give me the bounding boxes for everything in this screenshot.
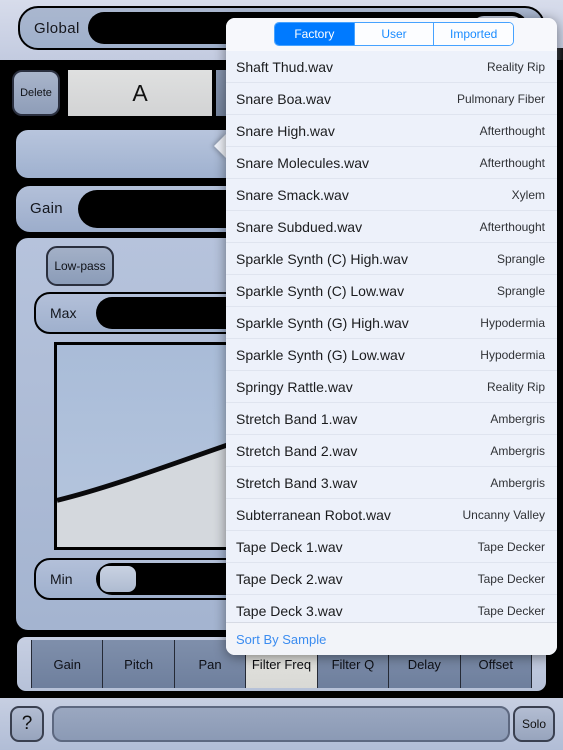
list-item[interactable]: Tape Deck 2.wav Tape Decker: [226, 563, 557, 595]
source-segmented-control[interactable]: Factory User Imported: [274, 22, 514, 46]
list-item[interactable]: Sparkle Synth (C) Low.wav Sprangle: [226, 275, 557, 307]
sample-name: Snare Boa.wav: [236, 90, 331, 107]
segment-user[interactable]: User: [354, 23, 435, 45]
sample-pack: Afterthought: [479, 219, 545, 234]
solo-button[interactable]: Solo: [513, 706, 555, 742]
min-knob[interactable]: [100, 566, 136, 592]
max-label: Max: [50, 305, 77, 321]
sample-name: Stretch Band 1.wav: [236, 410, 358, 427]
list-item[interactable]: Snare Molecules.wav Afterthought: [226, 147, 557, 179]
sample-name: Stretch Band 3.wav: [236, 474, 358, 491]
list-item[interactable]: Sparkle Synth (G) High.wav Hypodermia: [226, 307, 557, 339]
sample-list[interactable]: Shaft Thud.wav Reality Rip Snare Boa.wav Pu…: [226, 51, 557, 622]
status-message-bar[interactable]: [52, 706, 510, 742]
global-label: Global: [34, 20, 80, 37]
sort-by-sample-link[interactable]: Sort By Sample: [236, 632, 326, 647]
list-item[interactable]: Springy Rattle.wav Reality Rip: [226, 371, 557, 403]
bottom-toolbar: ? Solo: [0, 698, 563, 750]
sample-name: Tape Deck 3.wav: [236, 602, 343, 619]
list-item[interactable]: Stretch Band 1.wav Ambergris: [226, 403, 557, 435]
sample-name: Stretch Band 2.wav: [236, 442, 358, 459]
sample-pack: Hypodermia: [480, 315, 545, 330]
list-item[interactable]: Snare Boa.wav Pulmonary Fiber: [226, 83, 557, 115]
sample-pack: Uncanny Valley: [462, 507, 546, 522]
sample-pack: Hypodermia: [480, 347, 545, 362]
sample-name: Sparkle Synth (C) High.wav: [236, 250, 408, 267]
sample-name: Tape Deck 2.wav: [236, 570, 343, 587]
popover-footer: Sort By Sample: [226, 622, 557, 655]
list-item[interactable]: Tape Deck 1.wav Tape Decker: [226, 531, 557, 563]
sample-pack: Afterthought: [479, 155, 545, 170]
sample-name: Springy Rattle.wav: [236, 378, 353, 395]
help-button[interactable]: ?: [10, 706, 44, 742]
sample-name: Snare Molecules.wav: [236, 154, 370, 171]
sample-pack: Ambergris: [490, 443, 545, 458]
sample-name: Shaft Thud.wav: [236, 58, 334, 75]
sample-pack: Xylem: [511, 187, 545, 202]
slot-a-button[interactable]: A: [68, 70, 212, 116]
gain-label: Gain: [30, 200, 63, 217]
list-item[interactable]: Snare Smack.wav Xylem: [226, 179, 557, 211]
sample-name: Tape Deck 1.wav: [236, 538, 343, 555]
sample-pack: Afterthought: [479, 123, 545, 138]
sample-name: Sparkle Synth (C) Low.wav: [236, 282, 405, 299]
min-label: Min: [50, 571, 73, 587]
list-item[interactable]: Sparkle Synth (C) High.wav Sprangle: [226, 243, 557, 275]
sample-pack: Ambergris: [490, 411, 545, 426]
segment-imported[interactable]: Imported: [434, 23, 513, 45]
sample-name: Subterranean Robot.wav: [236, 506, 391, 523]
segment-factory[interactable]: Factory: [275, 23, 355, 45]
list-item[interactable]: Stretch Band 3.wav Ambergris: [226, 467, 557, 499]
sample-pack: Pulmonary Fiber: [456, 91, 545, 106]
tab-gain[interactable]: Gain: [31, 640, 104, 688]
sample-pack: Sprangle: [496, 251, 545, 266]
sample-pack: Tape Decker: [477, 603, 545, 618]
sample-pack: Reality Rip: [486, 379, 545, 394]
list-item[interactable]: Stretch Band 2.wav Ambergris: [226, 435, 557, 467]
sample-pack: Ambergris: [490, 475, 545, 490]
lowpass-button[interactable]: Low-pass: [46, 246, 114, 286]
sample-browser-popover: Factory User Imported Shaft Thud.wav Real…: [226, 18, 557, 655]
sample-name: Snare Smack.wav: [236, 186, 349, 203]
sample-name: Snare High.wav: [236, 122, 335, 139]
sample-name: Sparkle Synth (G) High.wav: [236, 314, 409, 331]
list-item[interactable]: Subterranean Robot.wav Uncanny Valley: [226, 499, 557, 531]
list-item[interactable]: Sparkle Synth (G) Low.wav Hypodermia: [226, 339, 557, 371]
list-item[interactable]: Snare High.wav Afterthought: [226, 115, 557, 147]
list-item[interactable]: Shaft Thud.wav Reality Rip: [226, 51, 557, 83]
sample-pack: Tape Decker: [477, 571, 545, 586]
list-item[interactable]: Tape Deck 3.wav Tape Decker: [226, 595, 557, 622]
sample-name: Snare Subdued.wav: [236, 218, 363, 235]
list-item[interactable]: Snare Subdued.wav Afterthought: [226, 211, 557, 243]
sample-pack: Sprangle: [496, 283, 545, 298]
sample-pack: Tape Decker: [477, 539, 545, 554]
popover-header: Factory User Imported: [226, 18, 557, 51]
delete-button[interactable]: Delete: [12, 70, 60, 116]
tab-pitch[interactable]: Pitch: [103, 640, 175, 688]
sample-name: Sparkle Synth (G) Low.wav: [236, 346, 405, 363]
sample-pack: Reality Rip: [486, 59, 545, 74]
